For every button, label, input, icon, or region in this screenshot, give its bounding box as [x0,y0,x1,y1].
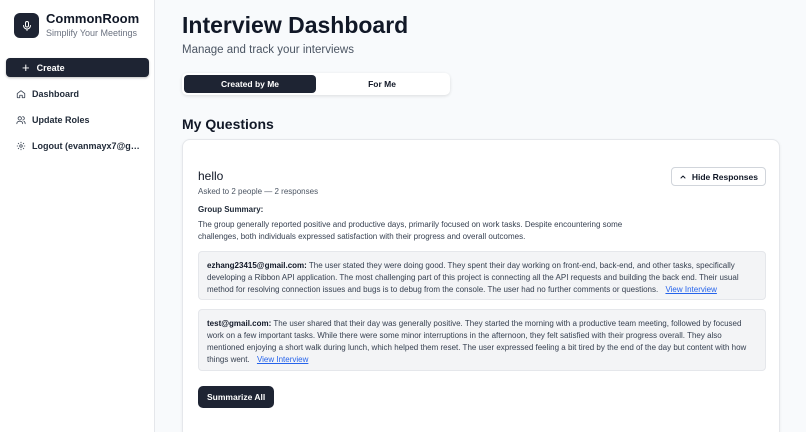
question-title: hello [198,169,224,183]
brand-tagline: Simplify Your Meetings [46,28,138,38]
sidebar-item-dashboard[interactable]: Dashboard [16,89,146,99]
sidebar-item-update-roles[interactable]: Update Roles [16,115,146,125]
chevron-up-icon [679,173,687,181]
summarize-all-button[interactable]: Summarize All [198,386,275,408]
hide-responses-label: Hide Responses [691,171,758,182]
sidebar-item-logout[interactable]: Logout (evanmayx7@gma... [16,141,146,151]
view-interview-link[interactable]: View Interview [257,355,308,364]
create-button[interactable]: + Create [6,58,149,77]
group-summary-label: Group Summary: [198,205,264,214]
home-icon [16,89,26,99]
sidebar-item-label: Logout (evanmayx7@gma... [32,141,142,151]
page-subtitle: Manage and track your interviews [182,44,354,56]
brand[interactable]: CommonRoom Simplify Your Meetings [14,11,139,40]
response-email: ezhang23415@gmail.com: [207,261,307,270]
group-summary-text: The group generally reported positive an… [198,220,623,241]
tab-bar: Created by Me For Me [182,73,450,95]
microphone-icon [14,13,39,38]
hide-responses-button[interactable]: Hide Responses [670,167,766,186]
users-icon [16,115,26,125]
brand-name: CommonRoom [46,11,140,26]
question-meta: Asked to 2 people — 2 responses [198,187,319,196]
plus-icon: + [22,60,30,75]
section-title: My Questions [182,116,274,132]
gear-icon [16,141,26,151]
tab-created-by-me[interactable]: Created by Me [184,75,316,93]
sidebar-item-label: Dashboard [32,89,80,99]
response-item: test@gmail.com: The user shared that the… [198,309,766,371]
tab-for-me[interactable]: For Me [316,75,448,93]
response-item: ezhang23415@gmail.com: The user stated t… [198,251,766,300]
question-card: hello Asked to 2 people — 2 responses Hi… [182,139,780,432]
view-interview-link[interactable]: View Interview [665,285,716,294]
sidebar-item-label: Update Roles [32,115,90,125]
create-button-label: Create [36,62,65,73]
sidebar: CommonRoom Simplify Your Meetings + Crea… [0,0,155,432]
page-title: Interview Dashboard [182,12,409,38]
response-email: test@gmail.com: [207,319,272,328]
